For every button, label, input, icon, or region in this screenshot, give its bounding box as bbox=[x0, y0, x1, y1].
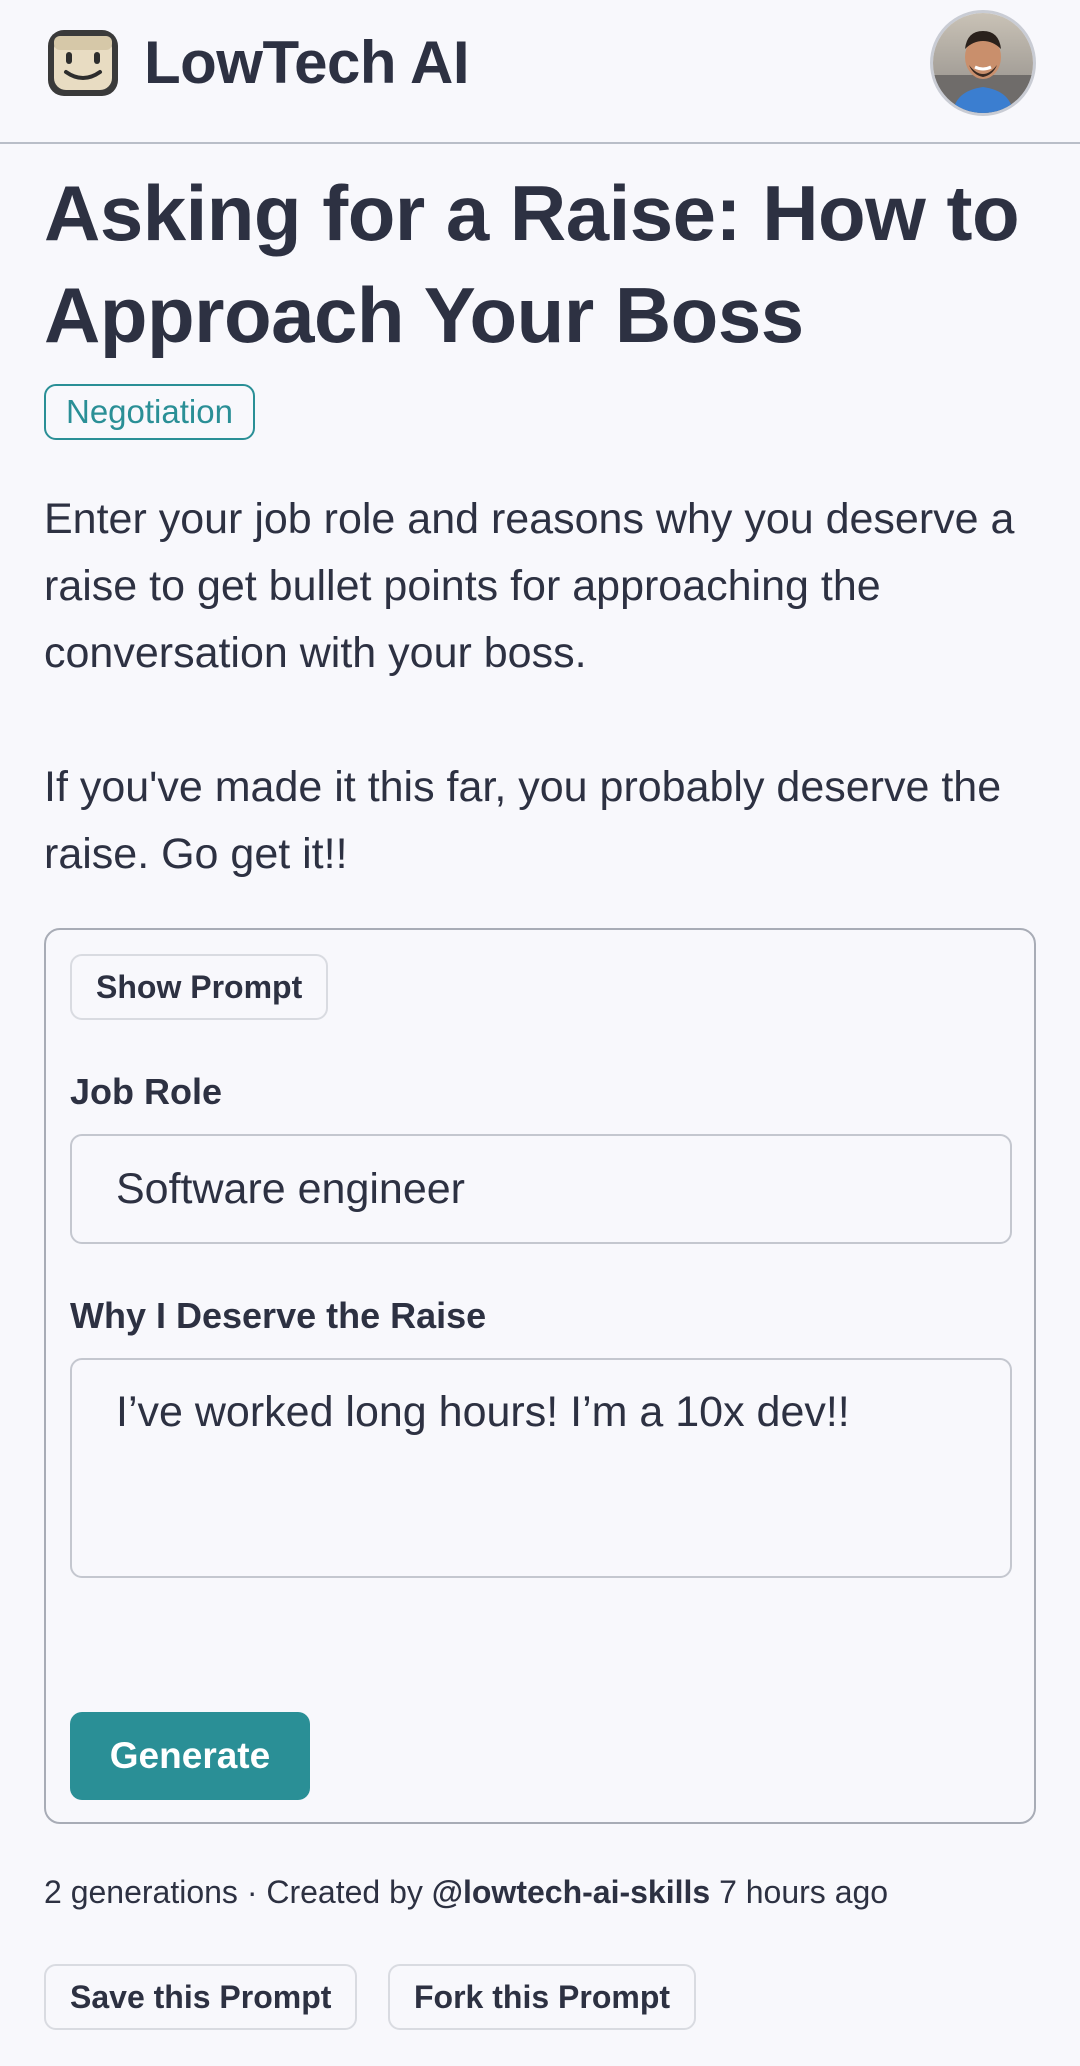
generate-button[interactable]: Generate bbox=[70, 1712, 310, 1800]
job-role-label: Job Role bbox=[70, 1071, 223, 1112]
created-by-prefix: Created by bbox=[266, 1874, 432, 1910]
job-role-input[interactable] bbox=[70, 1134, 1012, 1244]
page-description: Enter your job role and reasons why you … bbox=[44, 495, 1015, 878]
page-title: Asking for a Raise: How to Approach Your… bbox=[44, 169, 1020, 359]
save-prompt-button[interactable]: Save this Prompt bbox=[44, 1964, 358, 2030]
user-avatar[interactable] bbox=[930, 10, 1036, 116]
show-prompt-button[interactable]: Show Prompt bbox=[70, 954, 329, 1020]
smiley-robot-icon[interactable] bbox=[44, 24, 122, 102]
app-header: LowTech AI bbox=[0, 0, 1080, 144]
avatar-image bbox=[933, 13, 1033, 113]
category-tag[interactable]: Negotiation bbox=[44, 384, 255, 440]
author-link[interactable]: @lowtech-ai-skills bbox=[432, 1874, 710, 1910]
generation-meta: 2 generations · Created by @lowtech-ai-s… bbox=[44, 1870, 888, 1914]
fork-prompt-button[interactable]: Fork this Prompt bbox=[388, 1964, 697, 2030]
generation-count: 2 generations bbox=[44, 1874, 238, 1910]
meta-separator: · bbox=[237, 1874, 267, 1910]
time-ago: 7 hours ago bbox=[710, 1874, 889, 1910]
reason-textarea[interactable]: I’ve worked long hours! I’m a 10x dev!! bbox=[70, 1358, 1012, 1578]
prompt-form-card: Show Prompt Job Role Why I Deserve the R… bbox=[44, 928, 1036, 1824]
app-title[interactable]: LowTech AI bbox=[144, 24, 470, 102]
reason-label: Why I Deserve the Raise bbox=[70, 1295, 487, 1336]
